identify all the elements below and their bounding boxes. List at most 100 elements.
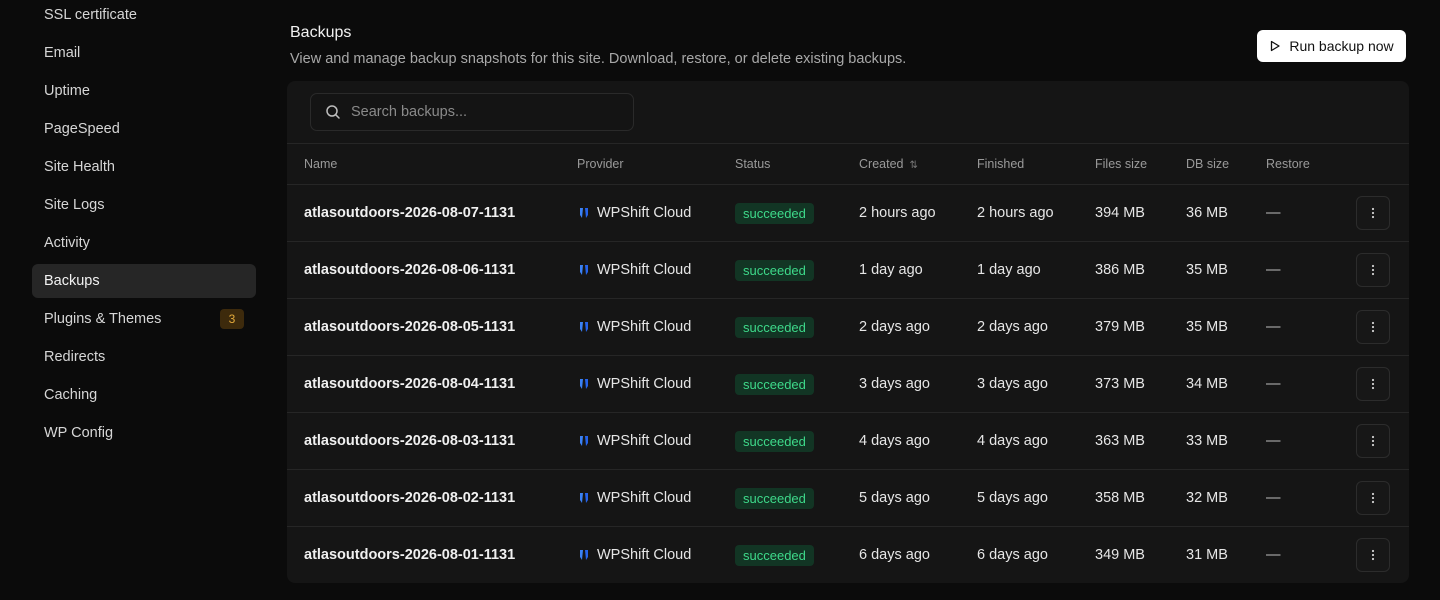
status-cell: succeeded (735, 241, 859, 299)
sidebar-item-label: WP Config (44, 425, 114, 441)
restore-cell: — (1266, 547, 1281, 563)
column-header-restore: Restore (1266, 143, 1356, 185)
sidebar-item-backups[interactable]: Backups (32, 264, 256, 298)
finished-cell: 2 days ago (977, 298, 1095, 356)
wpshift-logo-icon (580, 208, 588, 218)
provider-cell: WPShift Cloud (577, 469, 735, 527)
row-menu-button[interactable] (1356, 481, 1390, 515)
status-badge: succeeded (735, 202, 814, 224)
finished-cell: 5 days ago (977, 469, 1095, 527)
sidebar-item-activity[interactable]: Activity (32, 226, 256, 260)
status-badge: succeeded (735, 487, 814, 509)
wpshift-logo-icon (580, 493, 588, 503)
db-size-cell: 35 MB (1186, 241, 1266, 299)
sidebar-item-label: Redirects (44, 349, 106, 365)
table-row: atlasoutdoors-2026-08-03-1131 WPShift Cl… (287, 412, 1409, 470)
sidebar-item-ssl-certificate[interactable]: SSL certificate (32, 0, 256, 32)
search-box (310, 93, 634, 131)
sidebar-item-wp-config[interactable]: WP Config (32, 416, 256, 450)
finished-cell: 3 days ago (977, 355, 1095, 413)
page-title: Backups (290, 24, 352, 41)
table-header-row: Name Provider Status Created ⇅ Finished F… (287, 143, 1409, 185)
table-row: atlasoutdoors-2026-08-05-1131 WPShift Cl… (287, 298, 1409, 356)
backup-name: atlasoutdoors-2026-08-07-1131 (287, 184, 577, 242)
status-cell: succeeded (735, 184, 859, 242)
kebab-menu-icon (1371, 549, 1375, 561)
column-header-actions (1356, 143, 1409, 185)
sidebar-item-label: Caching (44, 387, 98, 403)
sidebar-item-redirects[interactable]: Redirects (32, 340, 256, 374)
sidebar-item-label: Uptime (44, 83, 90, 99)
table-row: atlasoutdoors-2026-08-04-1131 WPShift Cl… (287, 355, 1409, 413)
sidebar-item-plugins-themes[interactable]: Plugins & Themes 3 (32, 302, 256, 336)
backup-name: atlasoutdoors-2026-08-01-1131 (304, 547, 516, 563)
db-size-cell: 31 MB (1186, 547, 1228, 563)
status-cell: succeeded (735, 527, 859, 584)
row-menu-button[interactable] (1356, 253, 1390, 287)
sort-icon: ⇅ (909, 160, 918, 171)
sidebar-item-caching[interactable]: Caching (32, 378, 256, 412)
sidebar-item-site-logs[interactable]: Site Logs (32, 188, 256, 222)
kebab-menu-icon (1371, 492, 1375, 504)
status-badge: succeeded (735, 259, 814, 281)
restore-cell: — (1266, 412, 1356, 470)
row-menu-button[interactable] (1356, 367, 1390, 401)
wpshift-logo-icon (580, 379, 588, 389)
sidebar-item-email[interactable]: Email (32, 36, 256, 70)
created-cell: 2 hours ago (859, 184, 977, 242)
restore-cell: — (1266, 241, 1356, 299)
column-header-finished: Finished (977, 143, 1095, 185)
restore-cell: — (1266, 469, 1356, 527)
sidebar-item-label: SSL certificate (44, 7, 137, 23)
status-cell: succeeded (735, 412, 859, 470)
sidebar-item-uptime[interactable]: Uptime (32, 74, 256, 108)
provider-cell: WPShift Cloud (577, 184, 735, 242)
sidebar-item-label: PageSpeed (44, 121, 120, 137)
status-badge: succeeded (735, 430, 814, 452)
provider-name: WPShift Cloud (597, 433, 692, 449)
row-menu-button[interactable] (1356, 538, 1390, 572)
db-size-cell: 34 MB (1186, 355, 1266, 413)
count-badge: 3 (220, 309, 244, 329)
wpshift-logo-icon (580, 550, 588, 560)
files-size-cell: 379 MB (1095, 298, 1186, 356)
sidebar-item-label: Email (44, 45, 81, 61)
provider-name: WPShift Cloud (597, 547, 692, 563)
search-input[interactable] (349, 103, 623, 121)
status-cell: succeeded (735, 355, 859, 413)
provider-cell: WPShift Cloud (577, 241, 735, 299)
db-size-cell: 33 MB (1186, 412, 1266, 470)
files-size-cell: 394 MB (1095, 184, 1186, 242)
sidebar-item-label: Site Health (44, 159, 115, 175)
kebab-menu-icon (1371, 321, 1375, 333)
files-size-cell: 373 MB (1095, 355, 1186, 413)
column-header-name: Name (287, 143, 577, 185)
status-cell: succeeded (735, 469, 859, 527)
provider-name: WPShift Cloud (597, 205, 692, 221)
table-row: atlasoutdoors-2026-08-01-1131 WPShift Cl… (287, 527, 1409, 584)
column-header-created-label: Created (859, 157, 904, 171)
row-menu-button[interactable] (1356, 424, 1390, 458)
column-header-status: Status (735, 143, 859, 185)
provider-name: WPShift Cloud (597, 490, 692, 506)
db-size-cell: 35 MB (1186, 298, 1266, 356)
status-cell: succeeded (735, 298, 859, 356)
row-menu-button[interactable] (1356, 310, 1390, 344)
run-backup-label: Run backup now (1289, 38, 1394, 54)
finished-cell: 2 hours ago (977, 184, 1095, 242)
column-header-provider: Provider (577, 143, 735, 185)
page-description: View and manage backup snapshots for thi… (290, 51, 907, 67)
sidebar-item-pagespeed[interactable]: PageSpeed (32, 112, 256, 146)
restore-cell: — (1266, 298, 1356, 356)
row-menu-button[interactable] (1356, 196, 1390, 230)
kebab-menu-icon (1371, 207, 1375, 219)
column-header-created[interactable]: Created ⇅ (859, 143, 977, 185)
sidebar-item-site-health[interactable]: Site Health (32, 150, 256, 184)
provider-name: WPShift Cloud (597, 376, 692, 392)
sidebar: SSL certificate Email Uptime PageSpeed S… (32, 0, 256, 454)
table-row: atlasoutdoors-2026-08-07-1131 WPShift Cl… (287, 184, 1409, 242)
run-backup-button[interactable]: Run backup now (1257, 30, 1406, 62)
provider-name: WPShift Cloud (597, 262, 692, 278)
db-size-cell: 36 MB (1186, 184, 1266, 242)
sidebar-item-label: Activity (44, 235, 90, 251)
